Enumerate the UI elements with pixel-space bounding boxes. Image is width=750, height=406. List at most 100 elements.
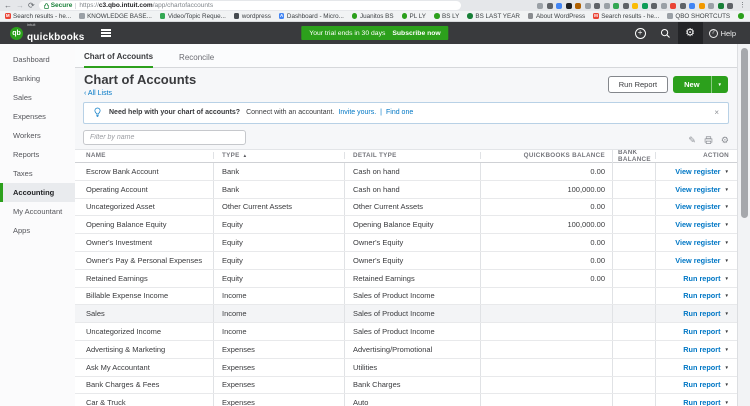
tab-reconcile[interactable]: Reconcile [179, 53, 214, 67]
bookmark-item[interactable]: BS LY [434, 13, 459, 20]
search-button[interactable] [653, 22, 678, 44]
quickbooks-logo[interactable]: qb intuit quickbooks [10, 23, 85, 44]
vertical-scrollbar[interactable] [737, 44, 750, 406]
row-action-link[interactable]: Run report [683, 363, 720, 372]
extension-icon[interactable] [566, 3, 572, 9]
table-row[interactable]: Advertising & Marketing Expenses Adverti… [75, 341, 737, 359]
edit-pencil-icon[interactable]: ✎ [688, 136, 696, 145]
table-row[interactable]: Escrow Bank Account Bank Cash on hand 0.… [75, 163, 737, 181]
extension-icon[interactable] [594, 3, 600, 9]
banner-close-icon[interactable]: × [714, 108, 719, 117]
row-action-caret-icon[interactable]: ▼ [725, 365, 729, 370]
extension-icon[interactable] [680, 3, 686, 9]
row-action-link[interactable]: Run report [683, 327, 720, 336]
table-row[interactable]: Operating Account Bank Cash on hand 100,… [75, 181, 737, 199]
row-action-link[interactable]: View register [675, 167, 720, 176]
row-action-caret-icon[interactable]: ▼ [725, 169, 729, 174]
row-action-link[interactable]: Run report [683, 291, 720, 300]
row-action-caret-icon[interactable]: ▼ [725, 187, 729, 192]
new-button-label[interactable]: New [673, 76, 710, 93]
extension-icon[interactable] [651, 3, 657, 9]
bookmark-item[interactable]: Video/Topic Reque... [160, 13, 226, 20]
table-row[interactable]: Owner's Pay & Personal Expenses Equity O… [75, 252, 737, 270]
row-action-link[interactable]: Run report [683, 345, 720, 354]
extension-icon[interactable] [623, 3, 629, 9]
extension-icon[interactable] [613, 3, 619, 9]
extension-icon[interactable] [689, 3, 695, 9]
bookmark-item[interactable]: PL LY [402, 13, 426, 20]
table-row[interactable]: Uncategorized Asset Other Current Assets… [75, 199, 737, 217]
bookmark-item[interactable]: A Dashboard - Micro... [279, 13, 344, 20]
table-row[interactable]: Ask My Accountant Expenses Utilities Run… [75, 359, 737, 377]
extension-icon[interactable] [556, 3, 562, 9]
bookmark-item[interactable]: KNOWLEDGE BASE... [79, 13, 152, 20]
new-dropdown-caret-icon[interactable]: ▼ [711, 76, 728, 93]
extension-icon[interactable] [585, 3, 591, 9]
new-button[interactable]: New ▼ [673, 76, 728, 93]
bookmark-item[interactable]: wordpress [234, 13, 271, 20]
extension-icon[interactable] [708, 3, 714, 9]
table-row[interactable]: Bank Charges & Fees Expenses Bank Charge… [75, 377, 737, 395]
table-row[interactable]: Opening Balance Equity Equity Opening Ba… [75, 216, 737, 234]
table-row[interactable]: Sales Income Sales of Product Income Run… [75, 305, 737, 323]
header-type[interactable]: TYPE▲ [213, 152, 345, 159]
row-action-caret-icon[interactable]: ▼ [725, 258, 729, 263]
extension-icon[interactable] [604, 3, 610, 9]
row-action-link[interactable]: View register [675, 202, 720, 211]
extension-icon[interactable] [699, 3, 705, 9]
secure-badge[interactable]: Secure [44, 2, 73, 9]
print-icon[interactable] [704, 136, 713, 145]
table-row[interactable]: Billable Expense Income Income Sales of … [75, 288, 737, 306]
run-report-button[interactable]: Run Report [608, 76, 668, 93]
row-action-caret-icon[interactable]: ▼ [725, 293, 729, 298]
row-action-caret-icon[interactable]: ▼ [725, 222, 729, 227]
sidebar-item-dashboard[interactable]: Dashboard [0, 50, 75, 69]
browser-reload-icon[interactable]: ⟳ [28, 2, 35, 10]
sidebar-item-accounting[interactable]: Accounting [0, 183, 75, 202]
extension-icon[interactable] [537, 3, 543, 9]
settings-button[interactable]: ⚙ [678, 22, 703, 44]
row-action-caret-icon[interactable]: ▼ [725, 347, 729, 352]
sidebar-item-workers[interactable]: Workers [0, 126, 75, 145]
header-name[interactable]: NAME [75, 152, 213, 159]
row-action-link[interactable]: Run report [683, 309, 720, 318]
sidebar-item-expenses[interactable]: Expenses [0, 107, 75, 126]
header-detail-type[interactable]: DETAIL TYPE [345, 152, 480, 159]
sidebar-item-apps[interactable]: Apps [0, 221, 75, 240]
row-action-caret-icon[interactable]: ▼ [725, 311, 729, 316]
sidebar-item-reports[interactable]: Reports [0, 145, 75, 164]
create-new-button[interactable]: + [628, 22, 653, 44]
sidebar-item-taxes[interactable]: Taxes [0, 164, 75, 183]
row-action-caret-icon[interactable]: ▼ [725, 329, 729, 334]
help-button[interactable]: ? Help [703, 29, 740, 38]
row-action-caret-icon[interactable]: ▼ [725, 276, 729, 281]
browser-menu-icon[interactable]: ⋮ [739, 2, 746, 9]
row-action-link[interactable]: View register [675, 185, 720, 194]
browser-forward-icon[interactable]: → [16, 2, 24, 10]
table-row[interactable]: Owner's Investment Equity Owner's Equity… [75, 234, 737, 252]
find-one-link[interactable]: Find one [386, 109, 413, 116]
extension-icon[interactable] [727, 3, 733, 9]
bookmark-item[interactable]: About WordPress [528, 13, 585, 20]
row-action-link[interactable]: Run report [683, 380, 720, 389]
row-action-link[interactable]: View register [675, 256, 720, 265]
address-bar[interactable]: Secure https://c3.qbo.intuit.com/app/cha… [39, 1, 461, 10]
hamburger-menu-icon[interactable] [101, 29, 111, 36]
header-bank-balance[interactable]: BANK BALANCE [612, 149, 655, 163]
extension-icon[interactable] [547, 3, 553, 9]
row-action-caret-icon[interactable]: ▼ [725, 240, 729, 245]
sidebar-item-my-accountant[interactable]: My Accountant [0, 202, 75, 221]
subscribe-now-button[interactable]: Subscribe now [392, 30, 440, 37]
row-action-caret-icon[interactable]: ▼ [725, 400, 729, 405]
bookmark-item[interactable]: M Search results - he... [593, 13, 659, 20]
table-settings-gear-icon[interactable]: ⚙ [721, 136, 729, 145]
row-action-link[interactable]: View register [675, 220, 720, 229]
bookmark-item[interactable]: QBO SHORTCUTS [667, 13, 730, 20]
extension-icon[interactable] [642, 3, 648, 9]
tab-chart-of-accounts[interactable]: Chart of Accounts [84, 52, 153, 68]
table-row[interactable]: Car & Truck Expenses Auto Run report ▼ [75, 394, 737, 406]
filter-by-name-input[interactable] [83, 130, 246, 145]
row-action-caret-icon[interactable]: ▼ [725, 382, 729, 387]
scrollbar-thumb[interactable] [741, 48, 748, 218]
bookmark-item[interactable]: Juanitos BS [352, 13, 394, 20]
